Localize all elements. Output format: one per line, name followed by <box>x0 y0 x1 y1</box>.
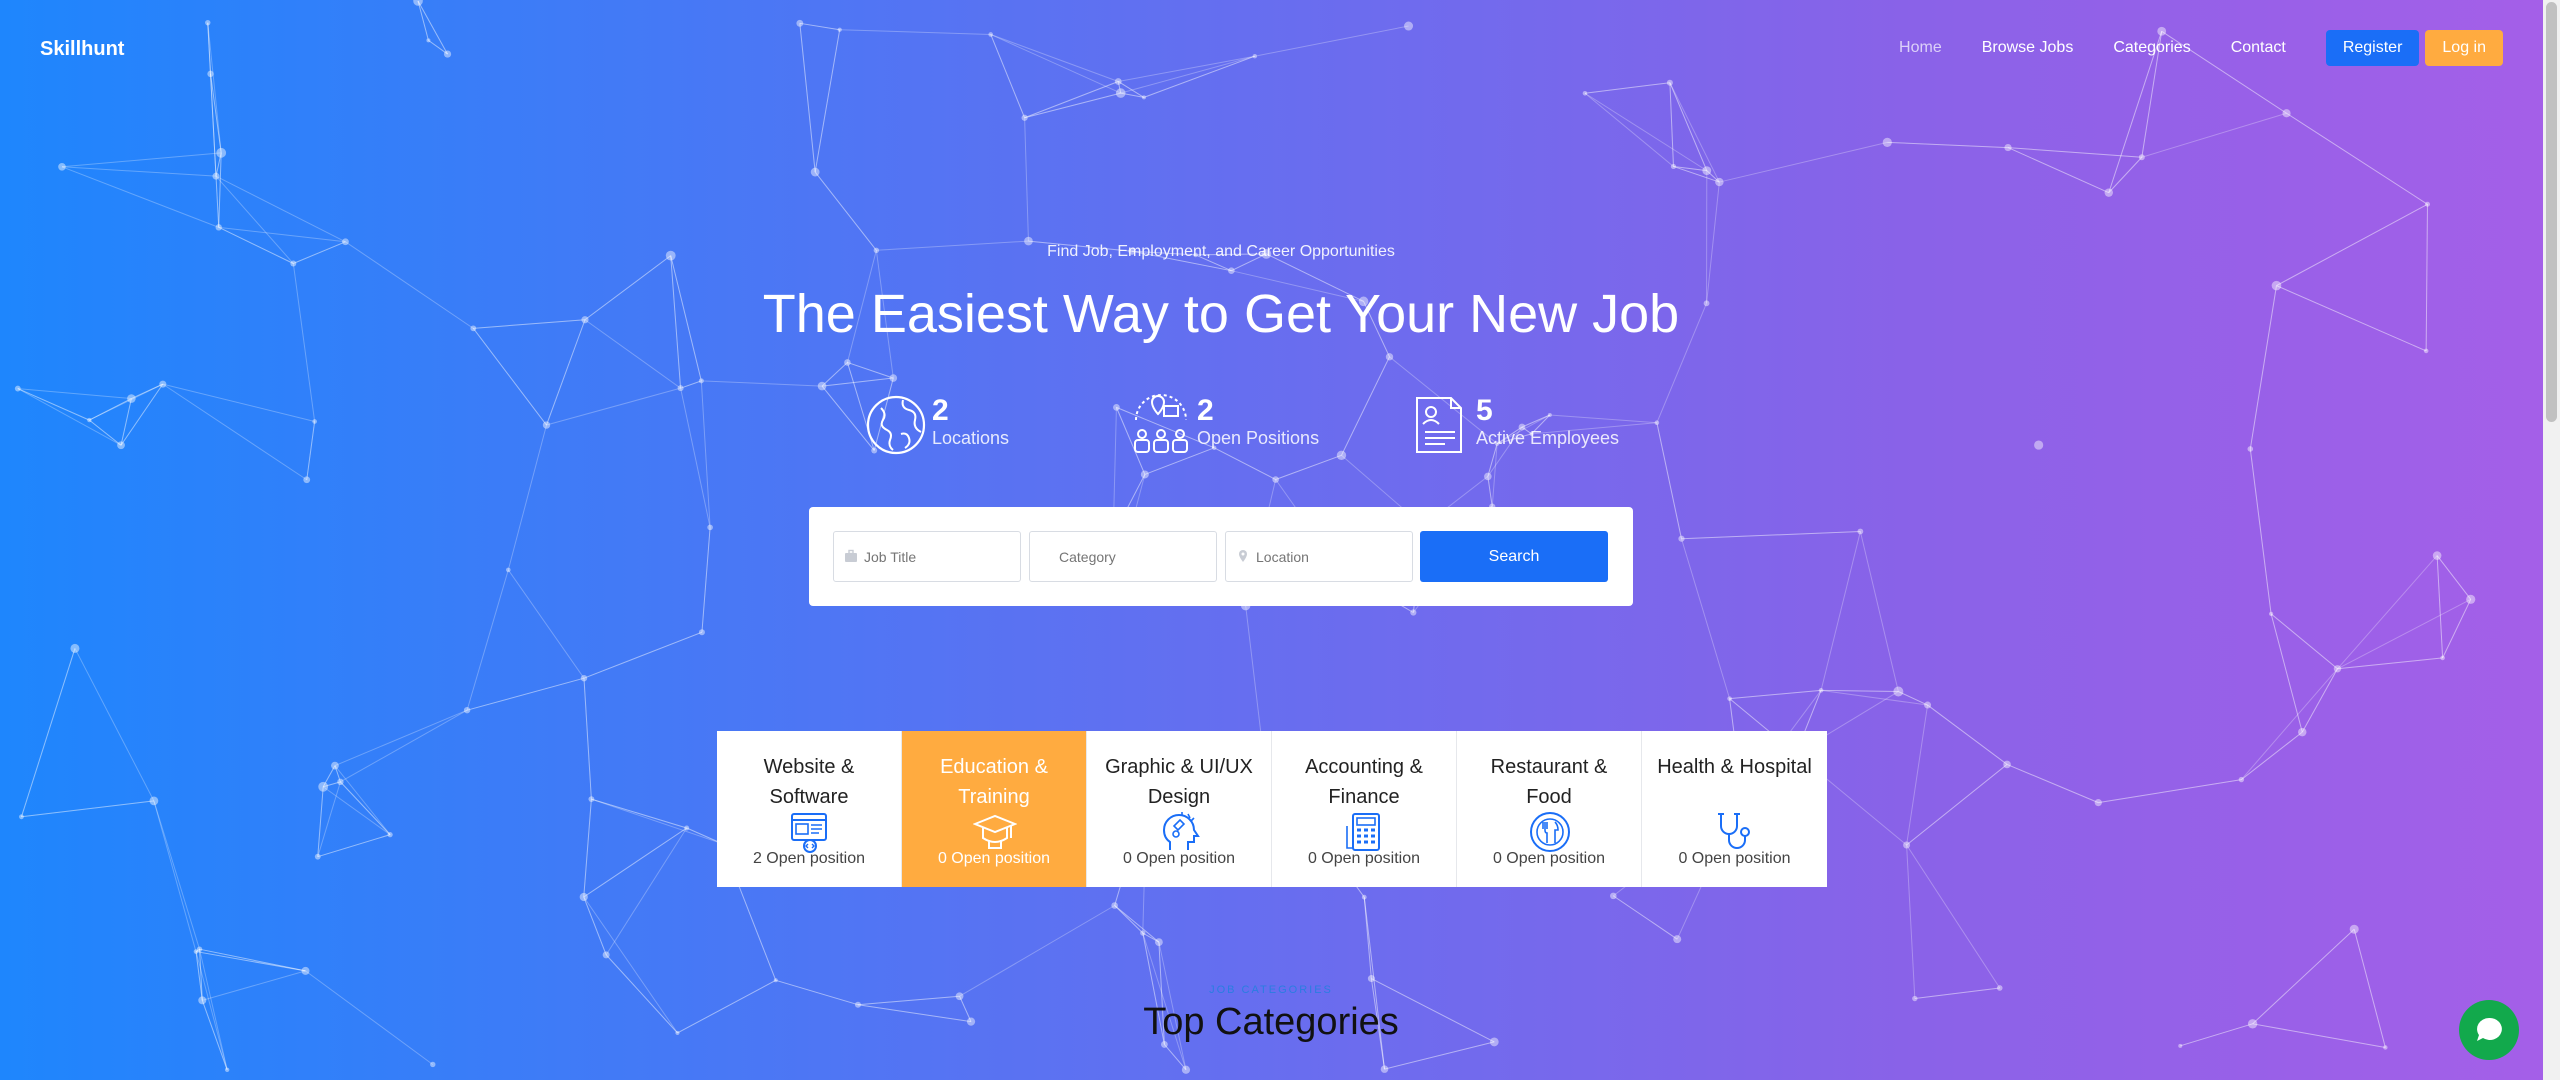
category-card-health-hospital[interactable]: Health & Hospital 0 Open position <box>1642 731 1827 887</box>
category-name: Accounting & Finance <box>1305 756 1423 808</box>
stat-locations-value: 2 <box>932 394 949 427</box>
category-positions: 0 Open position <box>937 850 1051 867</box>
website-icon <box>791 813 827 853</box>
category-card-restaurant-food[interactable]: Restaurant & Food 0 Open position <box>1457 731 1642 887</box>
stat-locations: 2 Locations <box>865 394 1009 456</box>
stat-active-employees: 5 Active Employees <box>1409 394 1619 456</box>
category-card-website-software[interactable]: Website & Software 2 Open position <box>717 731 902 887</box>
graduation-cap-icon <box>973 814 1017 849</box>
briefcase-icon <box>845 549 857 562</box>
dining-plate-icon <box>1530 812 1570 852</box>
stethoscope-icon <box>1718 813 1750 849</box>
page-scrollbar[interactable] <box>2543 0 2560 1080</box>
nav-categories[interactable]: Categories <box>2113 39 2190 57</box>
register-button[interactable]: Register <box>2325 30 2420 66</box>
chat-widget-button[interactable] <box>2459 1000 2519 1060</box>
category-name: Restaurant & Food <box>1490 756 1608 808</box>
job-title-input[interactable] <box>834 532 1020 581</box>
category-name: Graphic & UI/UX Design <box>1105 756 1253 808</box>
nav-browse-jobs[interactable]: Browse Jobs <box>1982 39 2074 57</box>
chat-bubble-icon <box>2477 1017 2502 1041</box>
category-field[interactable] <box>1029 531 1217 582</box>
scrollbar-thumb[interactable] <box>2546 2 2557 422</box>
team-location-icon <box>1134 394 1188 453</box>
brand-logo[interactable]: Skillhunt <box>40 38 124 61</box>
stat-positions-label: Open Positions <box>1197 428 1320 448</box>
location-input[interactable] <box>1226 532 1412 581</box>
stat-employees-value: 5 <box>1476 394 1493 427</box>
nav-contact[interactable]: Contact <box>2231 39 2286 57</box>
stat-employees-label: Active Employees <box>1476 428 1620 448</box>
search-button[interactable]: Search <box>1420 531 1608 582</box>
login-button[interactable]: Log in <box>2425 30 2503 66</box>
section-title: Top Categories <box>1143 1001 1399 1043</box>
location-field[interactable] <box>1225 531 1413 582</box>
category-positions: 2 Open position <box>752 850 866 867</box>
category-card-accounting-finance[interactable]: Accounting & Finance 0 Open position <box>1272 731 1457 887</box>
hero-subtitle: Find Job, Employment, and Career Opportu… <box>1047 243 1395 260</box>
category-positions: 0 Open position <box>1122 850 1236 867</box>
section-eyebrow: JOB CATEGORIES <box>1209 984 1333 996</box>
globe-icon <box>866 395 926 455</box>
calculator-icon <box>1346 813 1380 851</box>
creative-mind-icon <box>1162 812 1200 850</box>
job-search-form: Search <box>809 507 1633 606</box>
category-card-education-training[interactable]: Education & Training 0 Open position <box>902 731 1087 887</box>
stat-open-positions: 2 Open Positions <box>1130 394 1319 456</box>
hero-headline: The Easiest Way to Get Your New Job <box>762 284 1680 344</box>
stat-locations-label: Locations <box>932 428 1010 448</box>
job-title-field[interactable] <box>833 531 1021 582</box>
category-name: Website & Software <box>763 756 855 808</box>
category-card-graphic-design[interactable]: Graphic & UI/UX Design 0 Open position <box>1087 731 1272 887</box>
map-pin-icon <box>1239 550 1247 562</box>
main-nav: Home Browse Jobs Categories Contact Regi… <box>1859 30 2503 66</box>
nav-home[interactable]: Home <box>1899 39 1942 57</box>
category-name: Education & Training <box>940 756 1048 808</box>
category-positions: 0 Open position <box>1492 850 1606 867</box>
category-select[interactable] <box>1030 532 1216 581</box>
resume-icon <box>1416 397 1462 453</box>
category-positions: 0 Open position <box>1307 850 1421 867</box>
category-positions: 0 Open position <box>1678 850 1791 867</box>
category-name: Health & Hospital <box>1657 756 1812 778</box>
category-cards: Website & Software 2 Open position Educa… <box>717 731 1827 887</box>
stat-positions-value: 2 <box>1197 394 1214 427</box>
